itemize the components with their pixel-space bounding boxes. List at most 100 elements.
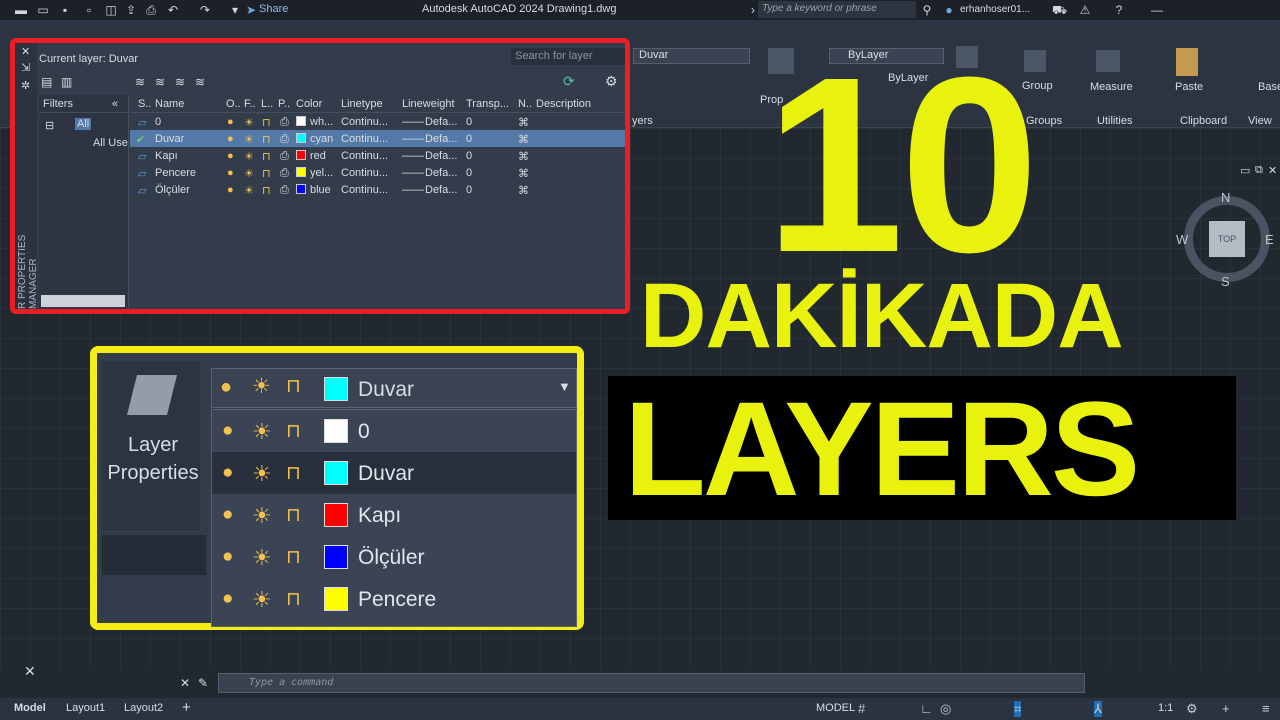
color-name[interactable]: wh... — [310, 116, 333, 128]
plot-icon[interactable]: ⎙ — [144, 3, 158, 17]
table-row[interactable]: ▱ Ölçüler ● ☀ ⊓ ⎙ blue Continu... —— Defa... 0 ⌘ — [130, 181, 625, 198]
lineweight-value[interactable]: Defa... — [425, 184, 457, 196]
col-lock[interactable]: L.. — [261, 98, 273, 110]
filters-scrollbar[interactable] — [41, 295, 125, 307]
table-row[interactable]: ▱ Pencere ● ☀ ⊓ ⎙ yel... Continu... —— Defa... 0 ⌘ — [130, 164, 625, 181]
close-icon[interactable]: ✕ — [21, 45, 30, 58]
unlock-icon[interactable]: ⊓ — [262, 116, 271, 129]
vp-freeze-icon[interactable]: ⌘ — [518, 116, 529, 129]
search-icon[interactable]: ⚲ — [920, 3, 934, 17]
transparency-value[interactable]: 0 — [466, 167, 472, 179]
col-description[interactable]: Description — [536, 98, 591, 110]
col-name[interactable]: Name — [155, 98, 184, 110]
color-name[interactable]: blue — [310, 184, 331, 196]
new-layer-icon[interactable]: ≋ — [135, 75, 145, 89]
customize-icon[interactable]: ✎ — [198, 676, 208, 690]
col-plot[interactable]: P.. — [278, 98, 290, 110]
open-file-icon[interactable]: ▭ — [36, 3, 50, 17]
settings-icon[interactable]: ✲ — [21, 79, 30, 92]
table-row[interactable]: ✔ Duvar ● ☀ ⊓ ⎙ cyan Continu... —— Defa... 0 ⌘ — [130, 130, 625, 147]
linetype-value[interactable]: Continu... — [341, 116, 388, 128]
add-layout-icon[interactable]: + — [182, 699, 191, 716]
color-swatch[interactable] — [296, 133, 306, 143]
cart-icon[interactable]: ⛟ — [1052, 3, 1067, 17]
paste-button[interactable]: Paste — [1175, 81, 1203, 93]
viewcube-east[interactable]: E — [1265, 232, 1274, 247]
refresh-icon[interactable]: ⟳ — [563, 73, 575, 90]
user-icon[interactable]: ● — [942, 3, 956, 17]
grid-icon[interactable]: # — [858, 701, 865, 716]
sun-icon[interactable]: ☀ — [244, 167, 254, 180]
lightbulb-icon[interactable]: ● — [227, 133, 234, 145]
delete-layer-icon[interactable]: ≋ — [175, 75, 185, 89]
color-name[interactable]: yel... — [310, 167, 333, 179]
lightbulb-icon[interactable]: ● — [222, 546, 233, 568]
vp-freeze-icon[interactable]: ⌘ — [518, 167, 529, 180]
color-swatch[interactable] — [296, 167, 306, 177]
list-item[interactable]: ● ☀ ⊓ 0 — [212, 410, 576, 452]
lineweight-value[interactable]: Defa... — [425, 133, 457, 145]
tree-collapse-icon[interactable]: ⊟ — [45, 119, 54, 132]
table-row[interactable]: ▱ Kapı ● ☀ ⊓ ⎙ red Continu... —— Defa... 0 ⌘ — [130, 147, 625, 164]
transparency-value[interactable]: 0 — [466, 184, 472, 196]
viewcube-face[interactable]: TOP — [1209, 221, 1245, 257]
transparency-value[interactable]: 0 — [466, 133, 472, 145]
filter-all[interactable]: All — [75, 118, 92, 130]
web-icon[interactable]: ◫ — [104, 3, 118, 17]
add-icon[interactable]: + — [1222, 701, 1230, 716]
sun-icon[interactable]: ☀ — [252, 461, 272, 487]
sun-icon[interactable]: ☀ — [252, 587, 272, 613]
restore-icon[interactable]: ▭ — [1240, 164, 1250, 177]
col-new-vp-freeze[interactable]: N.. — [518, 98, 532, 110]
list-item[interactable]: ● ☀ ⊓ Kapı — [212, 494, 576, 536]
sun-icon[interactable]: ☀ — [244, 150, 254, 163]
col-on[interactable]: O.. — [226, 98, 241, 110]
tab-layout2[interactable]: Layout2 — [124, 702, 163, 714]
tab-layout1[interactable]: Layout1 — [66, 702, 105, 714]
viewcube-west[interactable]: W — [1176, 232, 1188, 247]
lineweight-value[interactable]: Defa... — [425, 150, 457, 162]
list-item[interactable]: ● ☀ ⊓ Pencere — [212, 578, 576, 620]
filter-all-used[interactable]: All Use — [93, 137, 128, 149]
transparency-value[interactable]: 0 — [466, 150, 472, 162]
col-freeze[interactable]: F.. — [244, 98, 256, 110]
color-swatch[interactable] — [296, 184, 306, 194]
redo-icon[interactable]: ↷ — [198, 3, 212, 17]
lineweight-value[interactable]: Defa... — [425, 116, 457, 128]
model-space-button[interactable]: MODEL — [816, 702, 855, 714]
linetype-value[interactable]: Continu... — [341, 150, 388, 162]
new-property-filter-icon[interactable]: ▤ — [41, 75, 52, 89]
ortho-icon[interactable]: ∟ — [920, 701, 933, 716]
settings-gear-icon[interactable]: ⚙ — [605, 73, 618, 90]
col-linetype[interactable]: Linetype — [341, 98, 383, 110]
measure-icon[interactable] — [1096, 50, 1120, 72]
col-color[interactable]: Color — [296, 98, 322, 110]
lineweight-value[interactable]: Defa... — [425, 167, 457, 179]
lightbulb-icon[interactable]: ● — [222, 462, 233, 484]
plot-icon[interactable]: ⎙ — [280, 184, 289, 197]
pin-icon[interactable]: ⇲ — [21, 61, 30, 74]
upload-icon[interactable]: ⇪ — [124, 3, 138, 17]
osnap-icon[interactable]: ⌗ — [1014, 701, 1022, 717]
unlock-icon[interactable]: ⊓ — [262, 184, 271, 197]
linetype-value[interactable]: Continu... — [341, 167, 388, 179]
lightbulb-icon[interactable]: ● — [227, 116, 234, 128]
set-current-icon[interactable]: ≋ — [195, 75, 205, 89]
close-cmd-icon[interactable]: ✕ — [180, 676, 190, 690]
view-label[interactable]: View — [1248, 115, 1272, 127]
save-as-icon[interactable]: ▫ — [82, 3, 96, 17]
unlock-icon[interactable]: ⊓ — [286, 588, 301, 611]
layer-combo[interactable]: ● ☀ ⊓ Duvar ▼ — [211, 368, 577, 408]
utilities-label[interactable]: Utilities — [1097, 115, 1132, 127]
customization-icon[interactable]: ≡ — [1262, 701, 1270, 716]
col-status[interactable]: S.. — [138, 98, 151, 110]
annotation-scale[interactable]: 1:1 — [1158, 702, 1173, 714]
layer-name[interactable]: Duvar — [155, 133, 184, 145]
layers-group-label[interactable]: yers — [632, 115, 653, 127]
viewcube-south[interactable]: S — [1221, 274, 1230, 289]
minimize-icon[interactable]: — — [1150, 3, 1164, 17]
layer-dropdown[interactable]: Duvar — [633, 48, 750, 64]
layer-name[interactable]: Pencere — [155, 167, 196, 179]
polar-icon[interactable]: ◎ — [940, 701, 951, 717]
sun-icon[interactable]: ☀ — [252, 374, 271, 399]
